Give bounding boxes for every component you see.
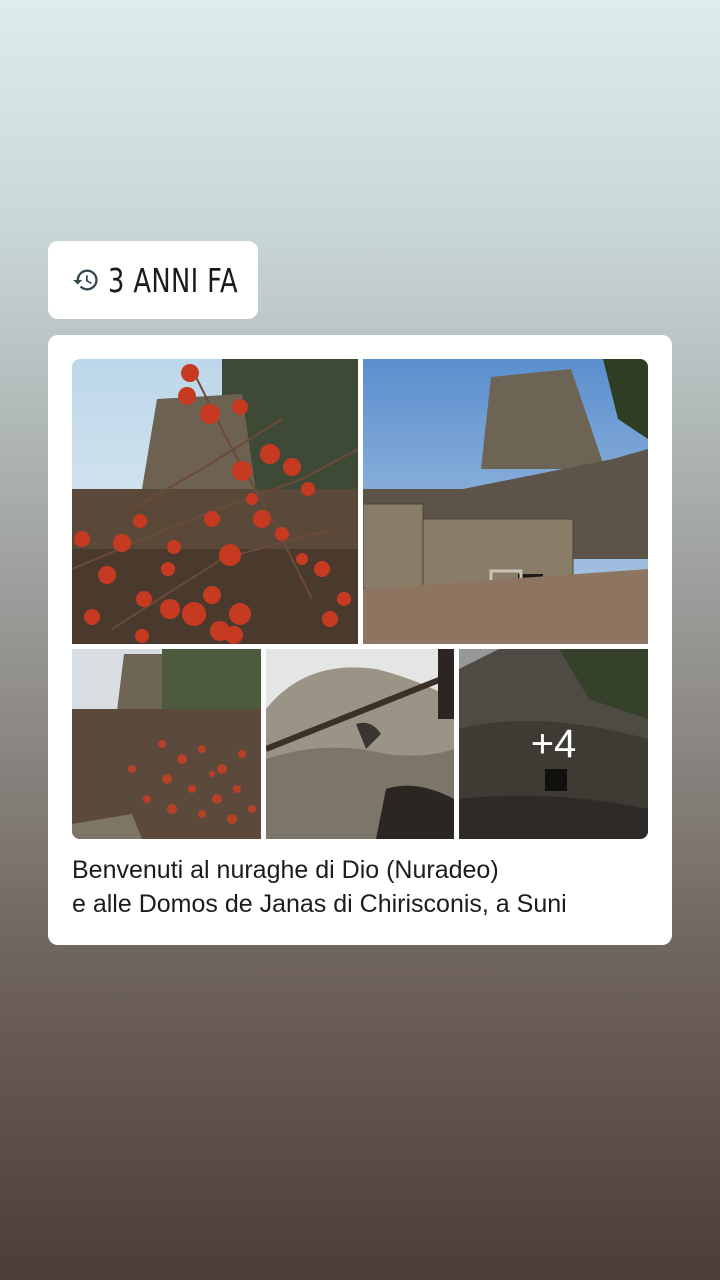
post-photo-1[interactable] <box>72 359 358 644</box>
caption-line-2: e alle Domos de Janas di Chirisconis, a … <box>72 890 567 918</box>
caption-line-1: Benvenuti al nuraghe di Dio (Nuradeo) <box>72 856 499 884</box>
more-photos-count[interactable]: +4 <box>459 649 648 839</box>
post-photo-2[interactable] <box>363 359 648 644</box>
post-photo-5[interactable]: +4 <box>459 649 648 839</box>
memory-badge[interactable]: 3 ANNI FA <box>48 241 258 319</box>
post-photo-4[interactable] <box>266 649 454 839</box>
memory-date-label: 3 ANNI FA <box>108 260 239 300</box>
history-icon <box>72 265 100 295</box>
memory-post-card[interactable]: +4 Benvenuti al nuraghe di Dio (Nuradeo)… <box>48 335 672 945</box>
post-photo-3[interactable] <box>72 649 261 839</box>
post-caption: Benvenuti al nuraghe di Dio (Nuradeo) e … <box>72 853 652 921</box>
